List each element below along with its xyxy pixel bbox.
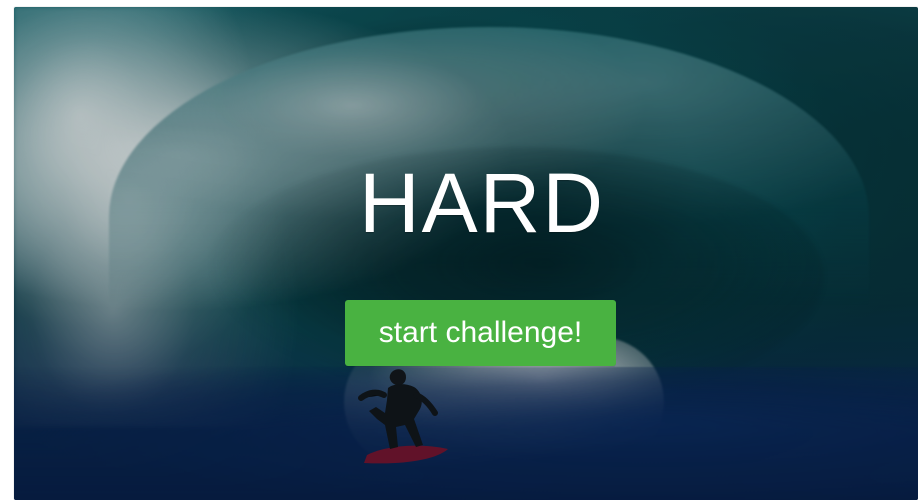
start-challenge-button[interactable]: start challenge! <box>345 300 616 366</box>
difficulty-title: HARD <box>358 156 605 250</box>
hero-dark-overlay <box>14 7 918 500</box>
challenge-hero-card: HARD start challenge! <box>14 7 918 500</box>
page-frame: HARD start challenge! <box>0 0 918 500</box>
